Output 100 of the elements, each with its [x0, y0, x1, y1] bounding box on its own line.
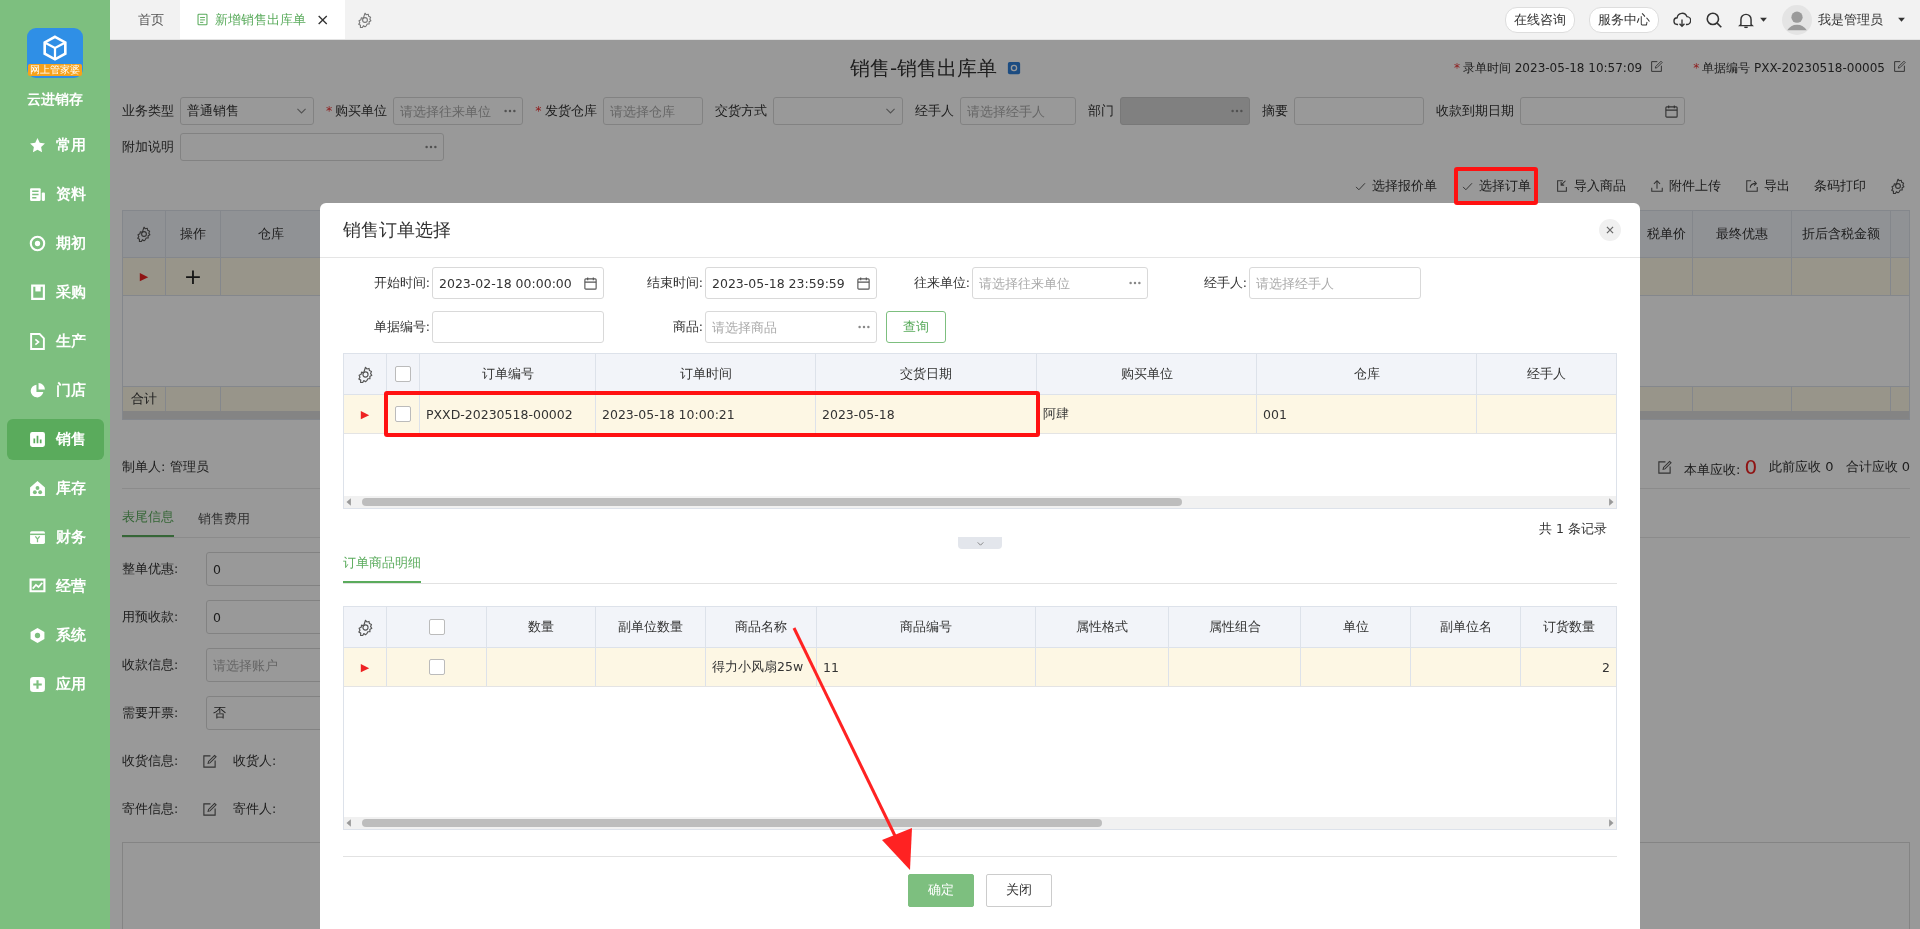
field-label: * 购买单位	[326, 102, 388, 120]
checkbox[interactable]	[395, 366, 411, 382]
user-name[interactable]: 我是管理员	[1818, 10, 1883, 29]
select-field[interactable]	[772, 97, 903, 125]
info-icon[interactable]	[1007, 61, 1022, 75]
column-header: 订单编号	[420, 354, 596, 394]
add-row-button[interactable]: +	[183, 264, 203, 289]
settings-icon[interactable]	[1890, 178, 1906, 194]
column-header: 订货数量	[1541, 617, 1596, 636]
field-label: 开始时间:	[373, 274, 430, 292]
close-button[interactable]: 关闭	[986, 874, 1052, 907]
field-label: 经手人	[914, 102, 954, 120]
date-field[interactable]	[1519, 97, 1685, 125]
toolbar-button[interactable]: 选择报价单	[1354, 177, 1437, 195]
avatar-icon[interactable]	[1782, 4, 1812, 35]
date-field[interactable]: 2023-02-18 00:00:00	[432, 267, 604, 299]
checkbox[interactable]	[395, 406, 411, 422]
scrollbar[interactable]	[344, 817, 1616, 829]
column-header: 属性组合	[1169, 607, 1301, 647]
receivable-amount: 本单应收: 0	[1683, 455, 1758, 479]
edit-icon[interactable]	[1650, 59, 1664, 73]
date-field[interactable]: 2023-05-18 23:59:59	[705, 267, 877, 299]
column-header: 最终优惠	[1693, 211, 1792, 257]
search-icon[interactable]	[1705, 10, 1723, 29]
settings-icon[interactable]	[356, 618, 374, 636]
import-icon	[1555, 179, 1569, 193]
field-label: 摘要	[1261, 102, 1288, 120]
calendar-icon	[583, 276, 598, 291]
edit-icon[interactable]	[202, 753, 217, 769]
checkbox[interactable]	[428, 659, 445, 675]
total-label: 合计	[131, 390, 157, 408]
toolbar-button[interactable]: 导出	[1745, 177, 1790, 195]
settings-icon[interactable]	[136, 226, 152, 242]
star-icon	[29, 137, 46, 154]
edit-icon[interactable]	[202, 801, 217, 817]
table-cell-text: 2	[1601, 658, 1611, 677]
target-icon	[29, 235, 46, 252]
cloud-download-icon[interactable]	[1673, 10, 1691, 29]
document-icon	[29, 186, 46, 203]
checkbox[interactable]	[428, 619, 445, 635]
edit-icon[interactable]	[1656, 459, 1672, 475]
hexagon-icon	[29, 627, 46, 644]
field-label: 寄件人:	[233, 800, 277, 818]
scroll-left-icon[interactable]	[344, 818, 354, 828]
upload-icon	[1650, 179, 1664, 193]
column-header: 交货日期	[816, 354, 1037, 394]
book-icon	[29, 284, 46, 301]
page-tab[interactable]: 新增销售出库单 ×	[180, 0, 346, 39]
column-header: 商品名称	[706, 607, 817, 647]
column-header: 折后含税金额	[1792, 211, 1891, 257]
page-tab[interactable]: 首页	[122, 0, 180, 39]
field-label: 交货方式	[714, 102, 767, 120]
input-field[interactable]	[432, 311, 604, 343]
row-marker: ▶	[139, 270, 149, 283]
toolbar-button[interactable]: 条码打印	[1814, 177, 1866, 195]
section-tab[interactable]: 销售费用	[198, 510, 250, 537]
field-label: 结束时间:	[646, 274, 703, 292]
column-header: 经手人	[1526, 364, 1567, 383]
caret-icon[interactable]	[1759, 15, 1768, 24]
field-label: 单据编号:	[373, 318, 430, 336]
wallet-icon	[29, 529, 46, 546]
scroll-right-icon[interactable]	[1606, 497, 1616, 507]
header-link[interactable]: 在线咨询	[1505, 6, 1575, 33]
scroll-right-icon[interactable]	[1606, 818, 1616, 828]
close-tab-button[interactable]: ×	[316, 10, 330, 29]
settings-icon[interactable]	[356, 365, 374, 383]
app-name: 云进销存	[27, 91, 83, 109]
input-field[interactable]: 请选择经手人	[1249, 267, 1421, 299]
column-header: 副单位数量	[596, 607, 706, 647]
logo-badge: 网上管家婆	[28, 64, 82, 76]
collapse-handle[interactable]	[958, 537, 1002, 549]
edit-icon[interactable]	[1893, 59, 1906, 73]
column-header: 操作	[166, 211, 221, 257]
caret-icon[interactable]	[1897, 15, 1906, 24]
line-chart-icon	[29, 578, 46, 595]
calendar-icon	[856, 276, 871, 291]
settings-icon[interactable]	[357, 11, 374, 28]
column-header: 商品编号	[817, 607, 1036, 647]
page-title: 销售-销售出库单	[850, 54, 998, 82]
close-button[interactable]	[1599, 219, 1621, 241]
field-label: 收款信息:	[122, 656, 180, 674]
row-marker: ▶	[360, 407, 370, 421]
picker-field[interactable]: 请选择往来单位	[972, 267, 1148, 299]
toolbar-button[interactable]: 导入商品	[1555, 177, 1626, 195]
field-label: 商品:	[672, 318, 703, 336]
toolbar-button[interactable]: 附件上传	[1650, 177, 1721, 195]
pie-chart-icon	[29, 382, 46, 399]
picker-field[interactable]: 请选择商品	[705, 311, 877, 343]
field-label: 寄件信息:	[122, 800, 180, 818]
toolbar-button[interactable]: 选择订单	[1461, 177, 1531, 195]
scroll-left-icon[interactable]	[344, 497, 354, 507]
header-link[interactable]: 服务中心	[1589, 6, 1659, 33]
picker-field[interactable]	[180, 133, 444, 161]
field-label: 用预收款:	[122, 608, 180, 626]
column-header: 单位	[1301, 607, 1411, 647]
table-cell: 得力小风扇25w	[706, 648, 817, 686]
scrollbar[interactable]	[344, 496, 1616, 508]
select-field[interactable]: 普通销售	[180, 97, 314, 125]
bar-chart-icon	[29, 431, 46, 448]
export-icon	[1745, 179, 1759, 193]
